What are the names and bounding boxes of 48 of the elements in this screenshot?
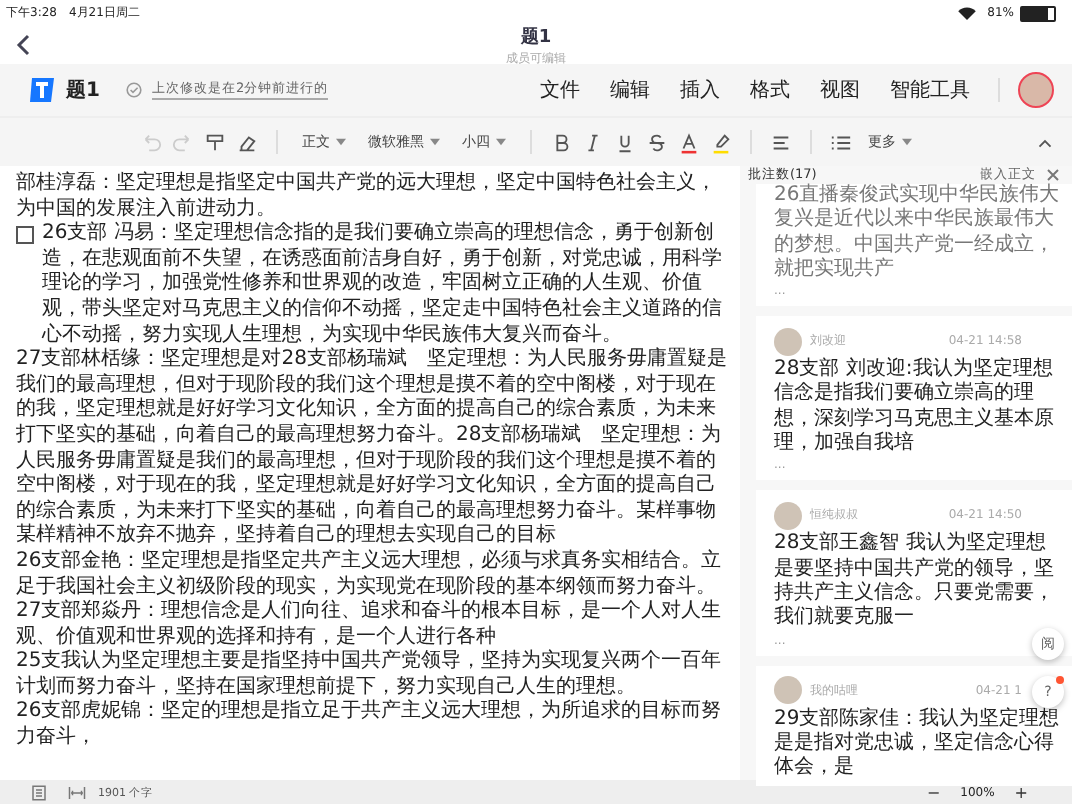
- menu-item[interactable]: 视图: [810, 76, 870, 104]
- document-title: 题1: [520, 25, 552, 49]
- list-icon[interactable]: [830, 131, 852, 153]
- comment-text: 26直播秦俊武实现中华民族伟大复兴是近代以来中华民族最伟大的梦想。中国共产党一经成立，就把实现共产: [774, 184, 1062, 283]
- strikethrough-icon[interactable]: [646, 131, 668, 153]
- doc-name: 题1: [66, 77, 100, 104]
- page-width-icon[interactable]: [68, 783, 86, 801]
- todo-checkbox[interactable]: [16, 226, 34, 245]
- caret-icon: [430, 138, 440, 147]
- todo-text: 26支部 冯易：坚定理想信念指的是我们要确立崇高的理想信念，勇于创新创造，在悲观面前不失望，在诱惑面前洁身自好，勇于创新，对党忠诚，用科学理论的学习，加强党性修养和世界观的改造，牢固树立正确的人生观、价值观，带头坚定对马克思主义的信仰不动摇，坚定走中国特色社会主义道路的信心不动摇，努力实现人生理想，为实现中华民族伟大复兴而奋斗。: [42, 222, 724, 347]
- outline-icon[interactable]: [30, 783, 48, 801]
- italic-icon[interactable]: [582, 131, 604, 153]
- menu-item[interactable]: 文件: [530, 76, 590, 104]
- close-icon[interactable]: [1046, 168, 1060, 182]
- menu-item[interactable]: 插入: [670, 76, 730, 104]
- align-icon[interactable]: [770, 131, 792, 153]
- highlighter-icon[interactable]: [710, 131, 732, 153]
- comment-text: 28支部王鑫智 我认为坚定理想是要坚持中国共产党的领导，坚持共产主义信念。只要党需要，我们就要克服一: [774, 532, 1056, 632]
- comment-text: 29支部陈家佳：我认为坚定理想是是指对党忠诚，坚定信念心得体会，是: [774, 707, 1062, 781]
- app-logo-icon: [28, 76, 56, 104]
- font-color-icon[interactable]: [678, 131, 700, 153]
- zoom-out-button[interactable]: −: [926, 783, 941, 801]
- user-avatar[interactable]: [1018, 72, 1054, 108]
- zoom-in-button[interactable]: +: [1014, 783, 1028, 801]
- comment-text: 28支部 刘改迎:我认为坚定理想信念是指我们要确立崇高的理想，深刻学习马克思主义基本原理，加强自我培: [774, 358, 1056, 457]
- underline-icon[interactable]: [614, 131, 636, 153]
- check-circle-icon: [125, 82, 142, 98]
- caret-icon: [902, 138, 912, 147]
- commenter-avatar: [774, 501, 802, 530]
- commenter-avatar: [774, 327, 802, 356]
- bold-icon[interactable]: [550, 131, 572, 153]
- paragraph: 27支部林栝缘：坚定理想是对28支部杨瑞斌 坚定理想：为人民服务毋庸置疑是我们的最高理想，但对于现阶段的我们这个理想是摸不着的空中阁楼，对于现在的我，坚定理想就是好好学习文化知识，全方面的提高自己的综合素质，为未来打下坚实的基础，向着自己的最高理想努力奋斗。28支部杨瑞斌 坚定理想：为人民服务毋庸置疑是我们的最高理想，但对于现阶段的我们这个理想是摸不着的空中阁楼，对于现在的我，坚定理想就是好好学习文化知识，全方面的提高自己的综合素质，为未来打下坚实的基础，向着自己的最高理想努力奋斗。某样事物某样精神不放弃不抛弃，坚持着自己的理想去实现自己的目标: [16, 348, 728, 549]
- paragraph: 部桂淳磊：坚定理想是指坚定中国共产党的远大理想，坚定中国特色社会主义，为中国的发展注入前进动力。: [16, 172, 718, 221]
- battery-icon: [1020, 5, 1056, 21]
- menu-item[interactable]: 智能工具: [880, 76, 980, 104]
- commenter-avatar: [774, 676, 802, 705]
- paragraph: 26支部虎妮锦：坚定的理想是指立足于共产主义远大理想，为所追求的目标而努力奋斗，: [16, 700, 724, 752]
- menu-item[interactable]: 编辑: [600, 76, 660, 104]
- format-painter-icon[interactable]: [204, 131, 226, 153]
- wifi-icon: [957, 6, 976, 20]
- paragraph: 26支部金艳：坚定理想是指坚定共产主义远大理想，必须与求真务实相结合。立足于我国社会主义初级阶段的现实，为实现党在现阶段的基本纲领而努力奋斗。: [16, 549, 724, 599]
- eraser-icon[interactable]: [236, 131, 258, 153]
- menu-item[interactable]: 格式: [740, 76, 800, 104]
- paragraph: 25支我认为坚定理想主要是指坚持中国共产党领导，坚持为实现复兴两个一百年计划而努力奋斗，坚持在国家理想前提下，努力实现自己人生的理想。: [16, 650, 724, 699]
- back-icon[interactable]: [16, 34, 30, 56]
- paragraph: 27支部郑焱丹：理想信念是人们向往、追求和奋斗的根本目标，是一个人对人生观、价值观和世界观的选择和持有，是一个人进行各种: [16, 600, 724, 649]
- caret-icon: [496, 138, 506, 147]
- caret-icon: [336, 138, 346, 147]
